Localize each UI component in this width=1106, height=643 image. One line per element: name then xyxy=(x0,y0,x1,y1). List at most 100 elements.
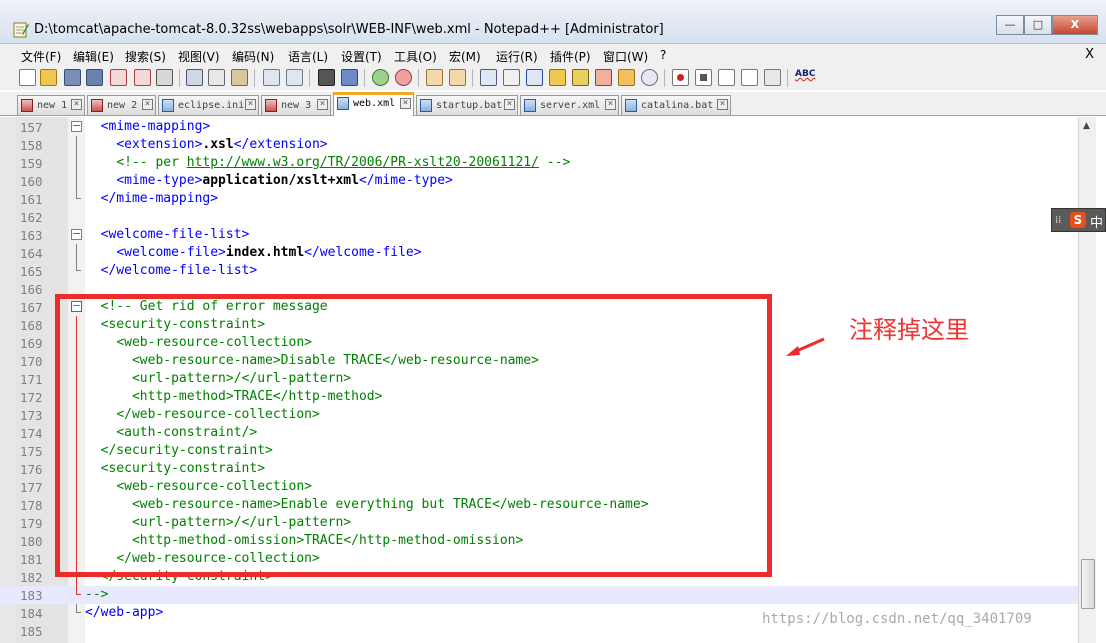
menu-run[interactable]: 运行(R) xyxy=(496,48,538,65)
paste-icon[interactable] xyxy=(231,69,248,86)
file-icon xyxy=(337,97,349,110)
menu-settings[interactable]: 设置(T) xyxy=(341,48,382,65)
code-token: --> xyxy=(85,587,109,602)
function-list-icon[interactable] xyxy=(595,69,612,86)
scroll-up-icon[interactable]: ▲ xyxy=(1083,121,1090,131)
menu-language[interactable]: 语言(L) xyxy=(288,48,328,65)
code-line[interactable]: 165 </welcome-file-list> xyxy=(0,262,1078,280)
code-link[interactable]: http://www.w3.org/TR/2006/PR-xslt20-2006… xyxy=(187,155,539,170)
print-icon[interactable] xyxy=(156,69,173,86)
line-number: 179 xyxy=(20,516,43,531)
vertical-scrollbar[interactable]: ▲ xyxy=(1078,117,1096,643)
run-macro-multiple-icon[interactable] xyxy=(741,69,758,86)
play-macro-icon[interactable] xyxy=(718,69,735,86)
ime-language-indicator[interactable]: 中 xyxy=(1090,212,1103,231)
menu-search[interactable]: 搜索(S) xyxy=(125,48,166,65)
code-text: <!-- per http://www.w3.org/TR/2006/PR-xs… xyxy=(85,155,570,170)
menu-help[interactable]: ? xyxy=(660,48,666,62)
zoom-in-icon[interactable] xyxy=(372,69,389,86)
line-number: 172 xyxy=(20,390,43,405)
code-line[interactable]: 162 xyxy=(0,208,1078,226)
save-all-icon[interactable] xyxy=(86,69,103,86)
save-macro-icon[interactable] xyxy=(764,69,781,86)
line-number: 160 xyxy=(20,174,43,189)
line-number: 164 xyxy=(20,246,43,261)
save-icon[interactable] xyxy=(64,69,81,86)
code-token: application/xslt+xml xyxy=(202,173,359,188)
fold-toggle-icon[interactable]: − xyxy=(71,228,82,240)
tab-server-xml[interactable]: server.xml × xyxy=(520,95,619,115)
code-line[interactable]: 163 − <welcome-file-list> xyxy=(0,226,1078,244)
menu-macro[interactable]: 宏(M) xyxy=(449,48,481,65)
code-line[interactable]: 161 </mime-mapping> xyxy=(0,190,1078,208)
maximize-button[interactable]: □ xyxy=(1024,15,1052,35)
tab-close-icon[interactable]: × xyxy=(245,99,256,110)
tab-web-xml[interactable]: web.xml × xyxy=(333,92,414,116)
folder-workspace-icon[interactable] xyxy=(618,69,635,86)
open-file-icon[interactable] xyxy=(40,69,57,86)
record-macro-icon[interactable] xyxy=(672,69,689,86)
tab-close-icon[interactable]: × xyxy=(504,99,515,110)
cut-icon[interactable] xyxy=(186,69,203,86)
show-all-chars-icon[interactable] xyxy=(503,69,520,86)
line-number: 171 xyxy=(20,372,43,387)
close-document-button[interactable]: X xyxy=(1085,47,1094,62)
tab-catalina-bat[interactable]: catalina.bat × xyxy=(621,95,731,115)
close-all-icon[interactable] xyxy=(134,69,151,86)
udl-icon[interactable] xyxy=(549,69,566,86)
menu-encoding[interactable]: 编码(N) xyxy=(232,48,274,65)
window-title: D:\tomcat\apache-tomcat-8.0.32ss\webapps… xyxy=(34,22,664,37)
code-token: index.html xyxy=(225,245,305,260)
tab-close-icon[interactable]: × xyxy=(605,99,616,110)
tab-new-1[interactable]: new 1 × xyxy=(17,95,85,115)
fold-end xyxy=(76,198,81,199)
close-window-button[interactable]: X xyxy=(1052,15,1098,35)
new-file-icon[interactable] xyxy=(19,69,36,86)
tab-close-icon[interactable]: × xyxy=(317,99,328,110)
replace-icon[interactable] xyxy=(341,69,358,86)
code-line[interactable]: 164 <welcome-file>index.html</welcome-fi… xyxy=(0,244,1078,262)
menu-file[interactable]: 文件(F) xyxy=(21,48,61,65)
spell-check-icon[interactable]: ABC xyxy=(795,69,815,86)
scrollbar-thumb[interactable] xyxy=(1081,559,1095,609)
copy-icon[interactable] xyxy=(208,69,225,86)
redo-icon[interactable] xyxy=(286,69,303,86)
code-line[interactable]: 159 <!-- per http://www.w3.org/TR/2006/P… xyxy=(0,154,1078,172)
tab-new-3[interactable]: new 3 × xyxy=(261,95,331,115)
sync-vertical-icon[interactable] xyxy=(426,69,443,86)
stop-record-icon[interactable] xyxy=(695,69,712,86)
sync-horizontal-icon[interactable] xyxy=(449,69,466,86)
tab-eclipse-ini[interactable]: eclipse.ini × xyxy=(158,95,259,115)
code-line[interactable]: 158 <extension>.xsl</extension> xyxy=(0,136,1078,154)
code-token: <welcome-file> xyxy=(116,245,226,260)
menu-tools[interactable]: 工具(O) xyxy=(394,48,437,65)
tab-startup-bat[interactable]: startup.bat × xyxy=(416,95,518,115)
indent-guide-icon[interactable] xyxy=(526,69,543,86)
tab-close-icon[interactable]: × xyxy=(717,99,728,110)
tab-close-icon[interactable]: × xyxy=(142,99,153,110)
undo-icon[interactable] xyxy=(263,69,280,86)
code-line[interactable]: 157 − <mime-mapping> xyxy=(0,118,1078,136)
ime-toolbar[interactable]: ⁞⁞ S 中 xyxy=(1051,208,1106,232)
line-number: 158 xyxy=(20,138,43,153)
minimize-button[interactable]: — xyxy=(996,15,1024,35)
code-line[interactable]: 183 --> xyxy=(0,586,1078,604)
code-line[interactable]: 160 <mime-type>application/xslt+xml</mim… xyxy=(0,172,1078,190)
code-token: </extension> xyxy=(233,137,328,152)
code-token: <welcome-file-list> xyxy=(100,227,250,242)
menu-edit[interactable]: 编辑(E) xyxy=(73,48,114,65)
fold-toggle-icon[interactable]: − xyxy=(71,120,82,132)
tab-close-icon[interactable]: × xyxy=(71,99,82,110)
menu-plugins[interactable]: 插件(P) xyxy=(550,48,591,65)
close-icon[interactable] xyxy=(110,69,127,86)
doc-map-icon[interactable] xyxy=(572,69,589,86)
line-number: 184 xyxy=(20,606,43,621)
tab-new-2[interactable]: new 2 × xyxy=(87,95,156,115)
menu-window[interactable]: 窗口(W) xyxy=(603,48,648,65)
word-wrap-icon[interactable] xyxy=(480,69,497,86)
tab-close-icon[interactable]: × xyxy=(400,98,411,109)
monitoring-icon[interactable] xyxy=(641,69,658,86)
menu-view[interactable]: 视图(V) xyxy=(178,48,220,65)
zoom-out-icon[interactable] xyxy=(395,69,412,86)
find-icon[interactable] xyxy=(318,69,335,86)
